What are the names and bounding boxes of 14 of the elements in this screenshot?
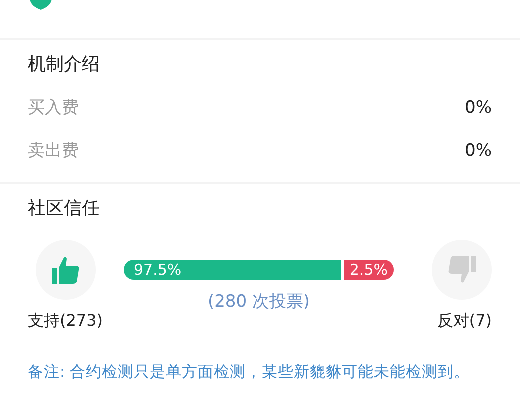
fee-label: 买入费 (28, 97, 79, 120)
oppose-count: 反对(7) (437, 311, 492, 332)
note-text: 备注: 合约检测只是单方面检测，某些新貔貅可能未能检测到。 (28, 362, 472, 383)
oppose-bar: 2.5% (344, 260, 394, 280)
fee-value: 0% (465, 140, 492, 163)
support-count: 支持(273) (28, 311, 104, 332)
fee-value: 0% (465, 97, 492, 120)
section-title: 机制介绍 (28, 53, 101, 77)
thumbs-up-icon (52, 256, 80, 284)
thumbs-down-icon (448, 256, 476, 284)
section-title: 社区信任 (28, 197, 101, 221)
fee-label: 卖出费 (28, 140, 79, 163)
support-bar: 97.5% (124, 260, 341, 280)
vote-count: (280 次投票) (208, 291, 310, 313)
